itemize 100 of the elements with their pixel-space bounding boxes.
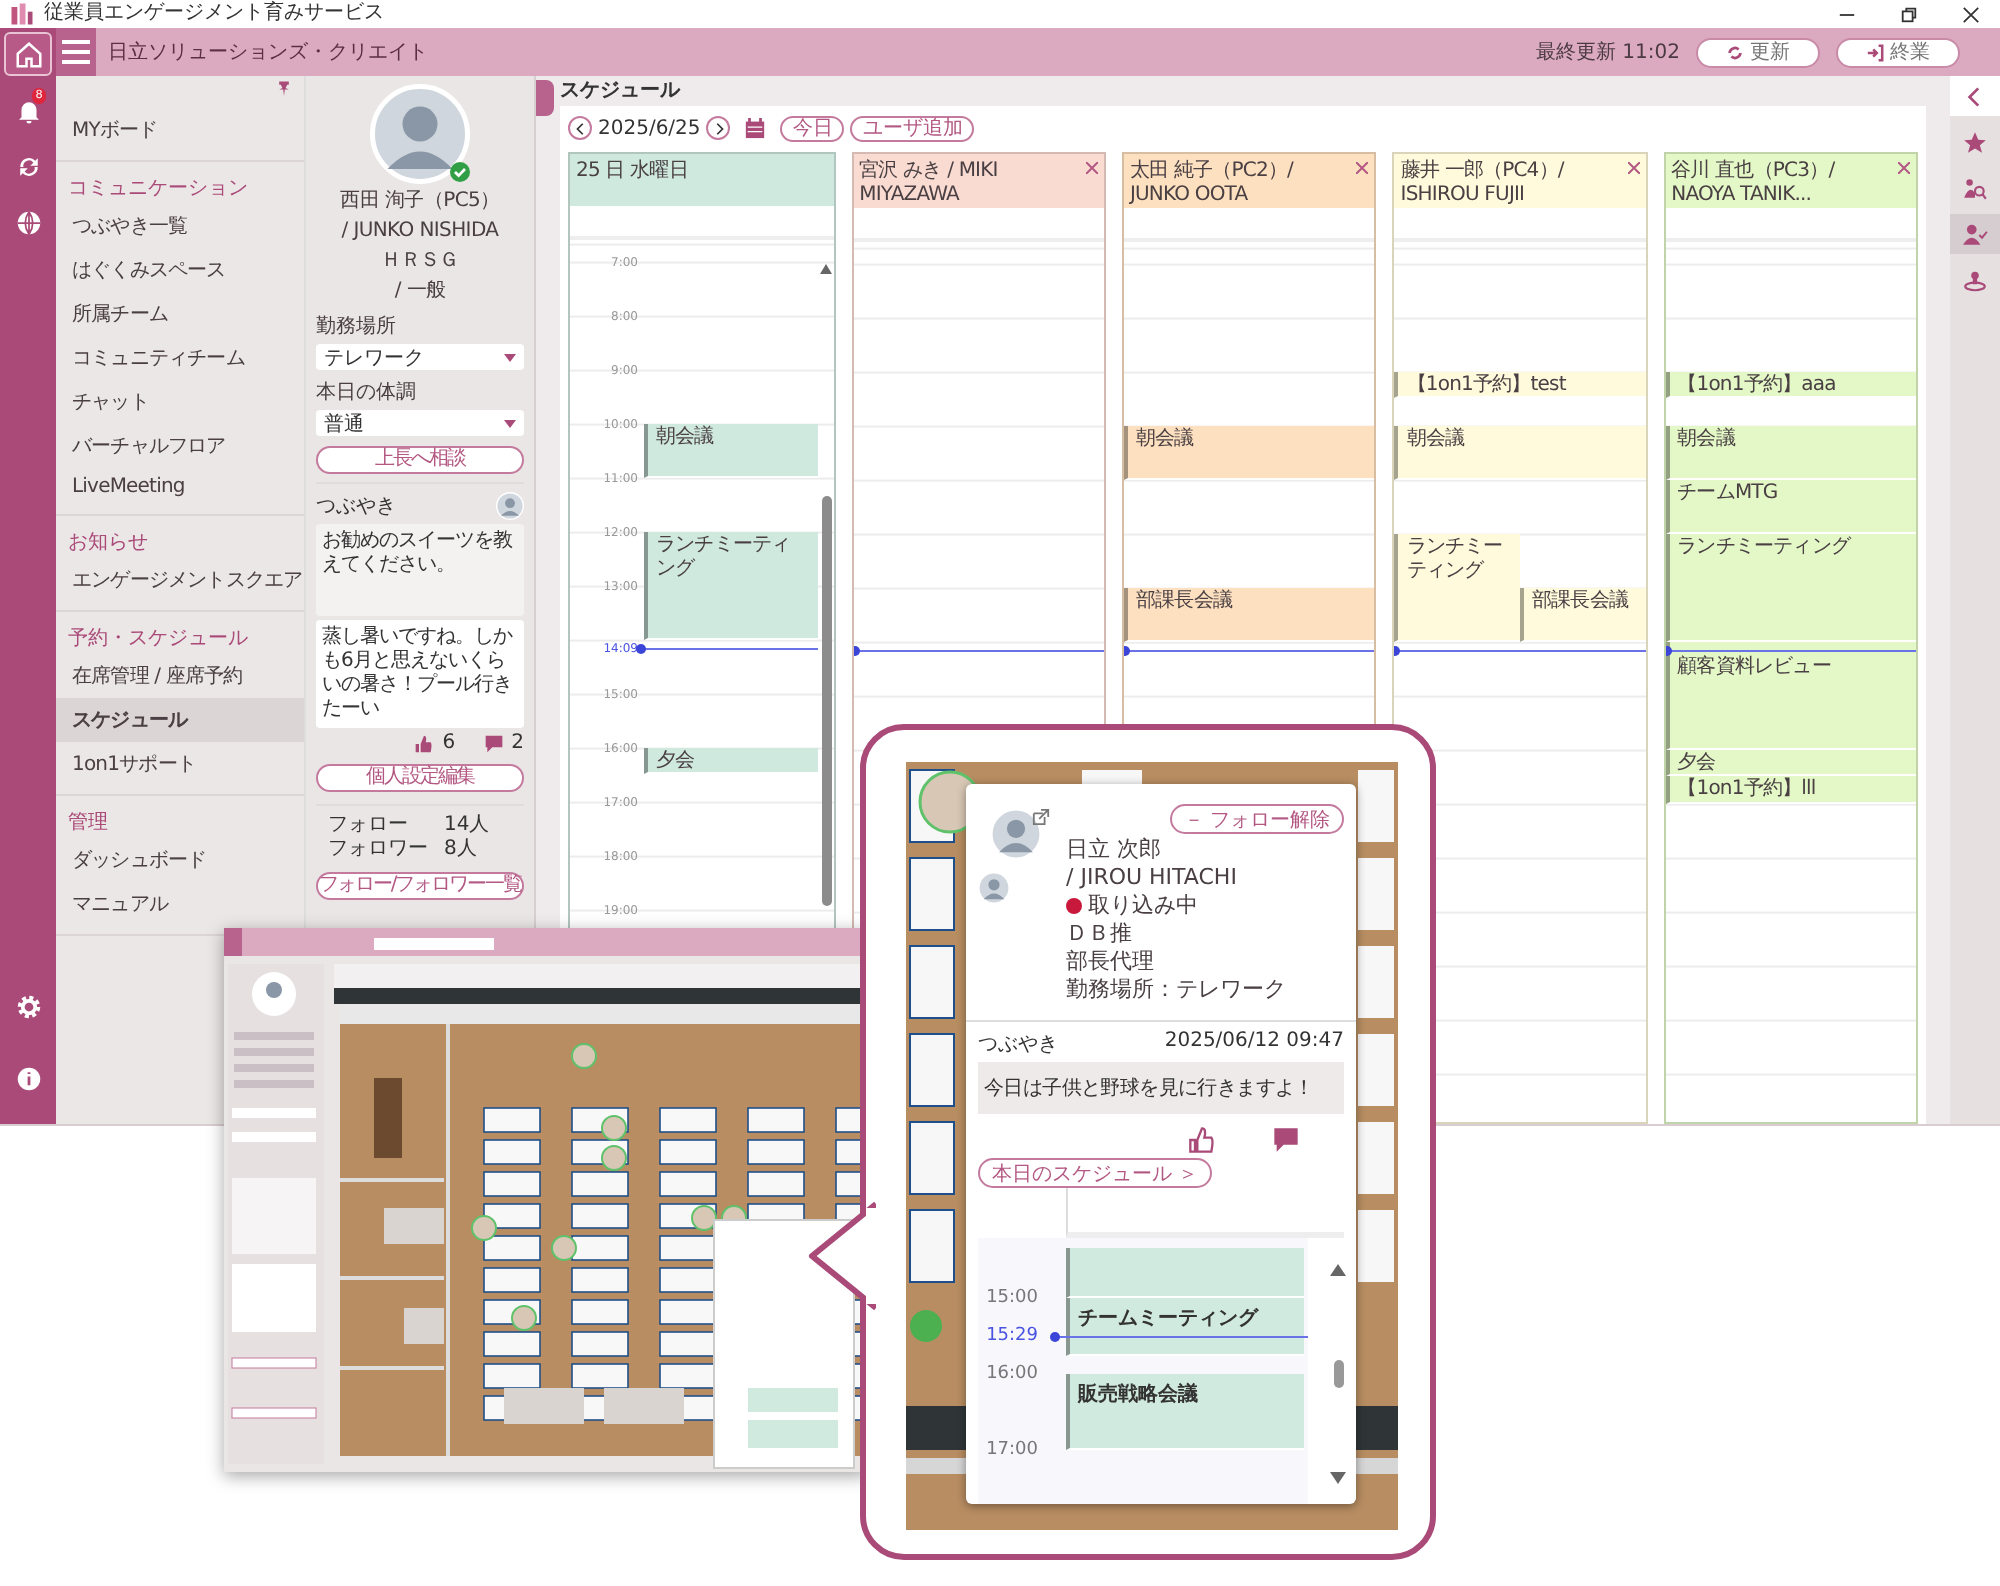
finish-work-button[interactable]: 終業 <box>1836 37 1960 67</box>
nav-item[interactable]: MYボード <box>56 108 304 152</box>
column-title: 25 日 水曜日 <box>576 157 690 184</box>
close-icon[interactable] <box>1085 162 1098 174</box>
today-schedule-button[interactable]: 本日のスケジュール ＞ <box>978 1158 1213 1188</box>
nav-item[interactable]: バーチャルフロア <box>56 424 304 468</box>
event-block[interactable]: 部課長会議 <box>1123 587 1375 642</box>
close-icon[interactable] <box>1897 162 1910 174</box>
tweet-text: 蒸し暑いですね。しかも6月と思えないくらいの暑さ！プール行きたーい <box>316 620 524 728</box>
company-name: 日立ソリューションズ・クリエイト <box>108 39 428 66</box>
event-block[interactable]: 朝会議 <box>644 423 818 478</box>
event-block[interactable]: 顧客資料レビュー <box>1665 641 1916 750</box>
refresh-button[interactable]: 更新 <box>1696 37 1820 67</box>
event-block[interactable]: チームMTG <box>1665 479 1916 534</box>
comment-icon <box>1272 1126 1300 1154</box>
menu-icon[interactable] <box>56 28 96 76</box>
dropdown-arrow-icon <box>504 417 516 429</box>
event-block[interactable]: 【1on1予約】lll <box>1665 776 1916 804</box>
event-block[interactable]: チームミーティング <box>1066 1298 1304 1356</box>
department: ＨＲＳＧ <box>379 248 461 274</box>
scroll-up-arrow-icon <box>819 264 832 274</box>
thumbs-up-icon <box>414 733 435 753</box>
small-avatar-icon <box>978 872 1010 904</box>
nav-item[interactable]: コミュニティチーム <box>56 336 304 380</box>
nav-item[interactable]: チャット <box>56 380 304 424</box>
column-title: 藤井 一郎（PC4）/ ISHIROU FUJII <box>1400 157 1567 206</box>
event-block[interactable]: 部課長会議 <box>1519 587 1646 642</box>
column-title: 谷川 直也（PC3）/ NAOYA TANIK... <box>1671 157 1837 206</box>
nav-item[interactable]: マニュアル <box>56 882 304 926</box>
user-name: 西田 洵子（PC5） <box>338 188 502 214</box>
user-detail: 勤務場所：テレワーク <box>1066 976 1286 1004</box>
collapse-tab[interactable] <box>536 80 554 116</box>
settings-edit-button[interactable]: 個人設定編集 <box>316 764 524 792</box>
section-label: つぶやき <box>978 1032 1058 1058</box>
event-block[interactable]: 夕会 <box>644 747 818 775</box>
add-user-button[interactable]: ユーザ追加 <box>850 115 975 141</box>
event-block[interactable]: 朝会議 <box>1394 425 1646 480</box>
nav-section-heading: 管理 <box>66 810 110 838</box>
previous-day-button[interactable] <box>568 116 592 140</box>
home-icon[interactable] <box>4 32 52 76</box>
follow-list-button[interactable]: フォロー/フォロワー一覧 <box>316 872 524 900</box>
event-block[interactable]: ランチミーティング <box>644 531 818 640</box>
event-block[interactable]: ランチミーティング <box>1394 533 1520 642</box>
current-time-label: 15:29 <box>984 1325 1038 1346</box>
nav-item[interactable]: つぶやき一覧 <box>56 204 304 248</box>
pin-icon <box>276 80 292 96</box>
desk <box>909 857 955 931</box>
event-block[interactable]: ランチミーティング <box>1665 533 1916 642</box>
follow-count: 14人 <box>444 814 490 838</box>
time-label: 15:00 <box>984 1288 1038 1309</box>
nav-item[interactable]: ダッシュボード <box>56 838 304 882</box>
column-title: 宮沢 みき / MIKI MIYAZAWA <box>859 157 1000 206</box>
event-block[interactable]: 販売戦略会議 <box>1066 1374 1304 1451</box>
desk <box>909 945 955 1019</box>
section-label: つぶやき <box>316 494 396 520</box>
scrollbar-thumb[interactable] <box>821 496 832 906</box>
comment-icon <box>483 733 504 753</box>
close-icon <box>1962 5 1980 23</box>
today-button[interactable]: 今日 <box>780 115 845 141</box>
close-icon[interactable] <box>1627 162 1640 174</box>
chevron-left-icon[interactable] <box>1950 76 2000 116</box>
time-label: 17:00 <box>984 1440 1038 1461</box>
nav-item[interactable]: LiveMeeting <box>56 468 304 506</box>
dropdown[interactable]: 普通 <box>316 410 524 436</box>
nav-item[interactable]: エンゲージメントスクエア <box>56 558 304 602</box>
nav-section-heading: コミュニケーション <box>66 176 250 204</box>
next-day-button[interactable] <box>706 116 731 140</box>
calendar-icon <box>744 116 767 140</box>
date-label: 2025/6/25 <box>598 117 701 139</box>
last-updated: 最終更新 11:02 <box>1535 39 1680 66</box>
plant-icon <box>910 1310 942 1342</box>
consult-button[interactable]: 上長へ相談 <box>316 446 524 474</box>
refresh-icon <box>1726 43 1744 61</box>
status-label: 取り込み中 <box>1088 892 1198 920</box>
nav-section-heading: 予約・スケジュール <box>66 626 250 654</box>
nav-item[interactable]: スケジュール <box>56 698 304 742</box>
event-block[interactable]: 朝会議 <box>1123 425 1375 480</box>
tweet-text: 今日は子供と野球を見に行きますよ！ <box>978 1062 1344 1114</box>
event-block[interactable]: 朝会議 <box>1665 425 1916 480</box>
nav-item[interactable]: 1on1サポート <box>56 742 304 786</box>
user-name-romaji: / JIROU HITACHI <box>1066 864 1239 892</box>
small-avatar-icon <box>496 492 524 520</box>
nav-item[interactable]: はぐくみスペース <box>56 248 304 292</box>
nav-item[interactable]: 在席管理 / 座席予約 <box>56 654 304 698</box>
dropdown[interactable]: テレワーク <box>316 344 524 370</box>
dropdown-arrow-icon <box>504 351 516 363</box>
person-check-icon[interactable] <box>1950 214 2000 254</box>
event-block[interactable]: 夕会 <box>1665 749 1916 777</box>
unfollow-button[interactable]: － フォロー解除 <box>1169 804 1344 834</box>
scrollbar-thumb[interactable] <box>1333 1360 1343 1388</box>
follow-label: フォロー <box>328 814 410 838</box>
event-block[interactable]: 【1on1予約】aaa <box>1665 371 1916 399</box>
tweet-text: お勧めのスイーツを教えてください。 <box>316 524 524 616</box>
user-detail: ＤＢ推 <box>1066 920 1134 948</box>
user-name-romaji: / JUNKO NISHIDA <box>339 218 501 244</box>
close-icon[interactable] <box>1356 162 1369 174</box>
desk <box>909 1209 955 1283</box>
follow-label: フォロワー <box>328 838 430 862</box>
nav-item[interactable]: 所属チーム <box>56 292 304 336</box>
event-block[interactable]: 【1on1予約】test <box>1394 371 1646 399</box>
